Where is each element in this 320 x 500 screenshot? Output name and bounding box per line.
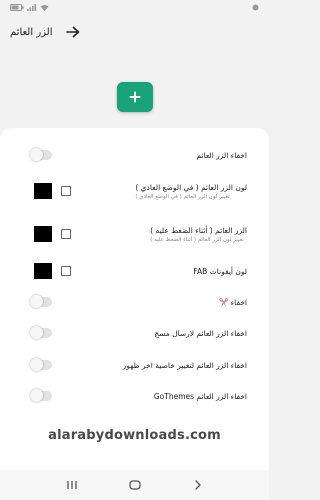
- row-title: لون أيقونات FAB: [193, 266, 247, 276]
- setting-row-hide-gothemes[interactable]: اخفاء الزر العائم GoThemes: [0, 381, 269, 411]
- top-bar: الزر العائم: [0, 18, 269, 46]
- color-swatch[interactable]: [34, 226, 52, 242]
- row-title: اخفاء الزر العائم لارسال مسج: [154, 328, 247, 338]
- toggle-switch[interactable]: [30, 295, 52, 308]
- notification-icon: [252, 4, 259, 10]
- wifi-icon: [40, 4, 49, 11]
- fab-button[interactable]: [117, 82, 153, 112]
- row-text: الزر العائم ( أثناء الضغط عليه ) تغيير ل…: [150, 226, 247, 243]
- row-text: لون أيقونات FAB: [193, 267, 247, 276]
- setting-row-fab-icon-color[interactable]: لون أيقونات FAB: [0, 256, 269, 286]
- nav-recents-button[interactable]: [61, 476, 83, 494]
- home-icon: [128, 480, 141, 490]
- row-title: اخفاء الزر العائم: [196, 150, 247, 160]
- plus-icon: [129, 91, 141, 103]
- row-subtitle: تغيير لون الزر العائم ( أثناء الضغط عليه…: [150, 236, 244, 243]
- nav-back-button[interactable]: [187, 476, 209, 494]
- status-left: [10, 3, 49, 11]
- checkbox[interactable]: [61, 229, 71, 239]
- toggle-switch[interactable]: [30, 389, 52, 402]
- row-text: اخفاء الزر العائم لتغيير خاصية اخر ظهور: [123, 361, 247, 370]
- row-text: اخفاء الزر العائم: [196, 151, 247, 160]
- setting-row-hide-last-seen[interactable]: اخفاء الزر العائم لتغيير خاصية اخر ظهور: [0, 350, 269, 380]
- row-text: اخفاء الزر العائم GoThemes: [154, 392, 247, 401]
- row-title: لون الزر العائم ( في الوضع العادي ): [135, 182, 247, 192]
- signal-icon: [27, 3, 37, 11]
- setting-row-fab-color-normal[interactable]: لون الزر العائم ( في الوضع العادي ) تغيي…: [0, 175, 269, 207]
- battery-icon: [10, 3, 24, 11]
- navigation-bar: [0, 470, 269, 500]
- color-swatch[interactable]: [34, 183, 52, 199]
- checkbox[interactable]: [61, 186, 71, 196]
- status-right: [249, 4, 259, 11]
- toggle-knob: [30, 358, 43, 371]
- back-button[interactable]: [63, 22, 83, 42]
- row-title: اخفاء الزر العائم GoThemes: [153, 391, 247, 401]
- toggle-knob: [30, 326, 43, 339]
- row-title: الزر العائم ( أثناء الضغط عليه ): [150, 225, 247, 235]
- row-text: لون الزر العائم ( في الوضع العادي ) تغيي…: [135, 183, 247, 200]
- row-subtitle: تغيير لون الزر العائم ( في الوضع العادي …: [135, 193, 230, 200]
- toggle-switch[interactable]: [30, 148, 52, 161]
- setting-row-hide-fab[interactable]: اخفاء الزر العائم: [0, 140, 269, 170]
- setting-row-hide-send-message[interactable]: اخفاء الزر العائم لارسال مسج: [0, 318, 269, 348]
- row-title: اخفاء الزر العائم لتغيير خاصية اخر ظهور: [122, 360, 247, 370]
- setting-row-hide-scissors[interactable]: اخفاء ✂️: [0, 287, 269, 317]
- toggle-knob: [30, 295, 43, 308]
- nav-home-button[interactable]: [124, 476, 146, 494]
- row-text: اخفاء ✂️: [219, 298, 247, 307]
- back-icon: [194, 480, 201, 490]
- toggle-switch[interactable]: [30, 358, 52, 371]
- toggle-knob: [30, 148, 43, 161]
- setting-row-fab-color-pressed[interactable]: الزر العائم ( أثناء الضغط عليه ) تغيير ل…: [0, 218, 269, 250]
- recents-icon: [66, 481, 77, 489]
- watermark: alarabydownloads.com: [48, 428, 221, 443]
- toggle-knob: [30, 389, 43, 402]
- arrow-right-icon: [65, 26, 79, 38]
- row-text: اخفاء الزر العائم لارسال مسج: [154, 329, 247, 338]
- row-title: اخفاء ✂️: [218, 297, 247, 307]
- color-swatch[interactable]: [34, 263, 52, 279]
- page-title: الزر العائم: [10, 26, 53, 38]
- settings-card: اخفاء الزر العائم لون الزر العائم ( في ا…: [0, 128, 269, 470]
- checkbox[interactable]: [61, 266, 71, 276]
- toggle-switch[interactable]: [30, 326, 52, 339]
- status-bar: [0, 0, 269, 14]
